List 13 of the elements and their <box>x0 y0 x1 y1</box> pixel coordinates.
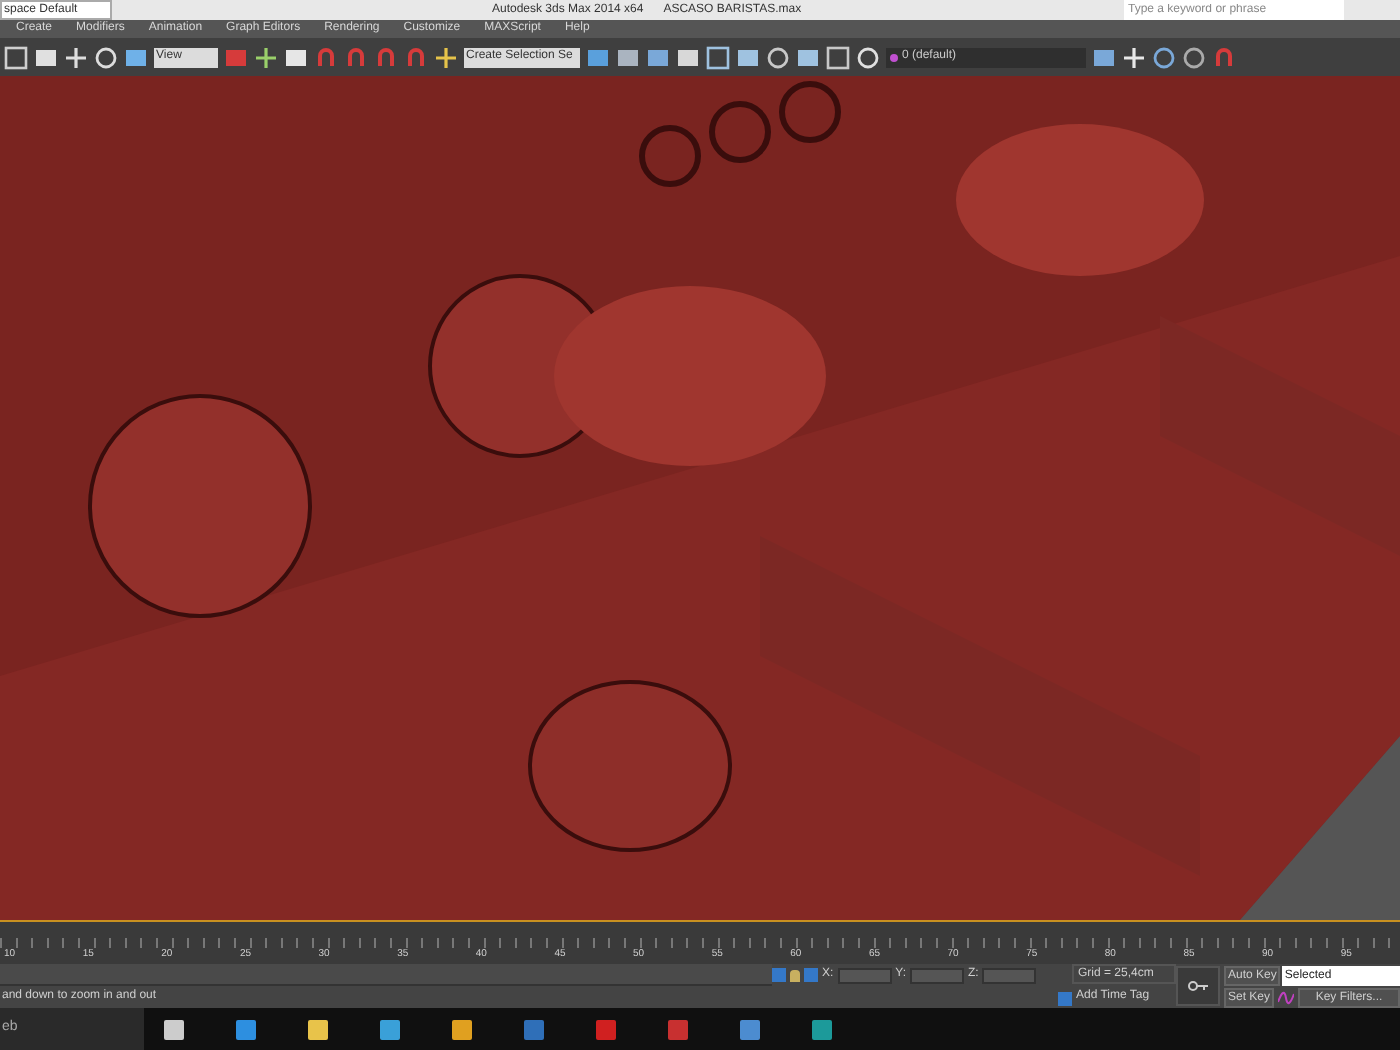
y-coordinate-field[interactable] <box>910 967 965 983</box>
set-key-mode-key-icon[interactable] <box>1176 966 1220 1006</box>
x-coordinate-field[interactable] <box>837 967 892 983</box>
select-icon[interactable] <box>4 45 28 69</box>
z-coordinate-field[interactable] <box>982 967 1037 983</box>
knob-drawing <box>709 101 771 163</box>
move-icon[interactable] <box>64 45 88 69</box>
rotate-icon[interactable] <box>94 45 118 69</box>
pivot-icon[interactable] <box>254 45 278 69</box>
knob-drawing <box>779 81 841 143</box>
knob-drawing <box>639 125 701 187</box>
plus-icon[interactable] <box>1122 45 1146 69</box>
lock-icon[interactable] <box>790 969 800 981</box>
